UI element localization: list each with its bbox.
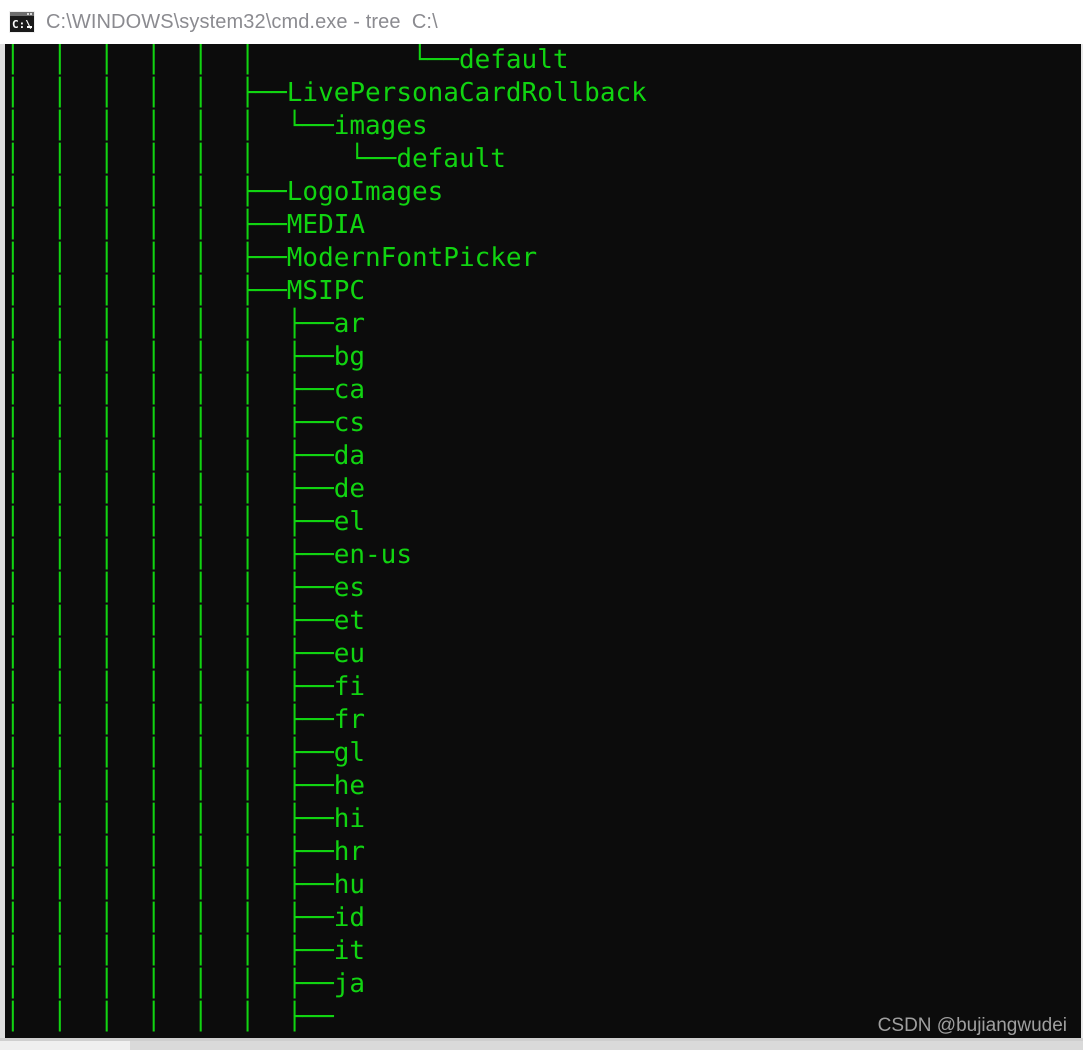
window-title: C:\WINDOWS\system32\cmd.exe - tree C:\: [46, 10, 438, 33]
window-titlebar[interactable]: C:\ C:\WINDOWS\system32\cmd.exe - tree C…: [0, 0, 1083, 44]
csdn-watermark: CSDN @bujiangwudei: [877, 1015, 1067, 1036]
window-bottom-strip: [0, 1041, 1083, 1050]
svg-text:C:\: C:\: [12, 18, 32, 31]
window-bottom-strip-highlight: [0, 1041, 130, 1050]
console-client-area[interactable]: │ │ │ │ │ │ └──default │ │ │ │ │ ├──Live…: [0, 44, 1083, 1041]
cmd-window: C:\ C:\WINDOWS\system32\cmd.exe - tree C…: [0, 0, 1083, 1050]
cmd-exe-icon: C:\: [9, 11, 35, 33]
tree-output: │ │ │ │ │ │ └──default │ │ │ │ │ ├──Live…: [5, 45, 647, 1032]
console-output: │ │ │ │ │ │ └──default │ │ │ │ │ ├──Live…: [5, 44, 1081, 1041]
